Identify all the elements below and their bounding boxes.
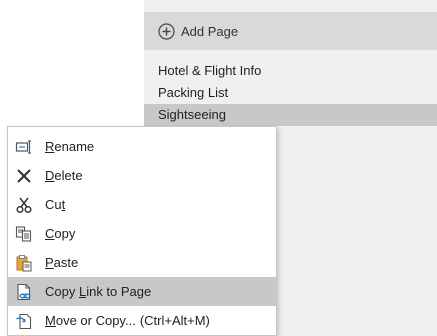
menu-item-label: Copy Link to Page [45,284,152,299]
menu-item-copy-link-to-page[interactable]: Copy Link to Page [8,277,276,306]
move-copy-icon [15,312,33,330]
context-menu: Rename Delete Cut Copy Paste Copy Link t… [7,126,277,336]
menu-item-rename[interactable]: Rename [8,132,276,161]
delete-icon [15,167,33,185]
menu-item-label: Rename [45,139,95,154]
menu-item-label: Paste [45,255,79,270]
add-page-button[interactable]: Add Page [144,12,437,50]
menu-item-move-or-copy[interactable]: Move or Copy... (Ctrl+Alt+M) [8,306,276,335]
menu-item-cut[interactable]: Cut [8,190,276,219]
menu-item-label: Cut [45,197,66,212]
link-page-icon [15,283,33,301]
rename-icon [15,138,33,156]
menu-item-shortcut: (Ctrl+Alt+M) [139,313,210,328]
menu-item-copy[interactable]: Copy [8,219,276,248]
page-list: Hotel & Flight Info Packing List Sightse… [144,60,437,126]
menu-item-label: Copy [45,226,76,241]
add-page-label: Add Page [181,23,239,39]
scissors-icon [15,196,33,214]
page-item[interactable]: Hotel & Flight Info [144,60,437,82]
menu-item-paste[interactable]: Paste [8,248,276,277]
plus-circle-icon [158,22,175,40]
menu-item-label: Move or Copy... [45,313,136,328]
menu-item-delete[interactable]: Delete [8,161,276,190]
menu-item-label: Delete [45,168,83,183]
page-item[interactable]: Packing List [144,82,437,104]
paste-icon [15,254,33,272]
copy-icon [15,225,33,243]
page-item-selected[interactable]: Sightseeing [144,104,437,126]
